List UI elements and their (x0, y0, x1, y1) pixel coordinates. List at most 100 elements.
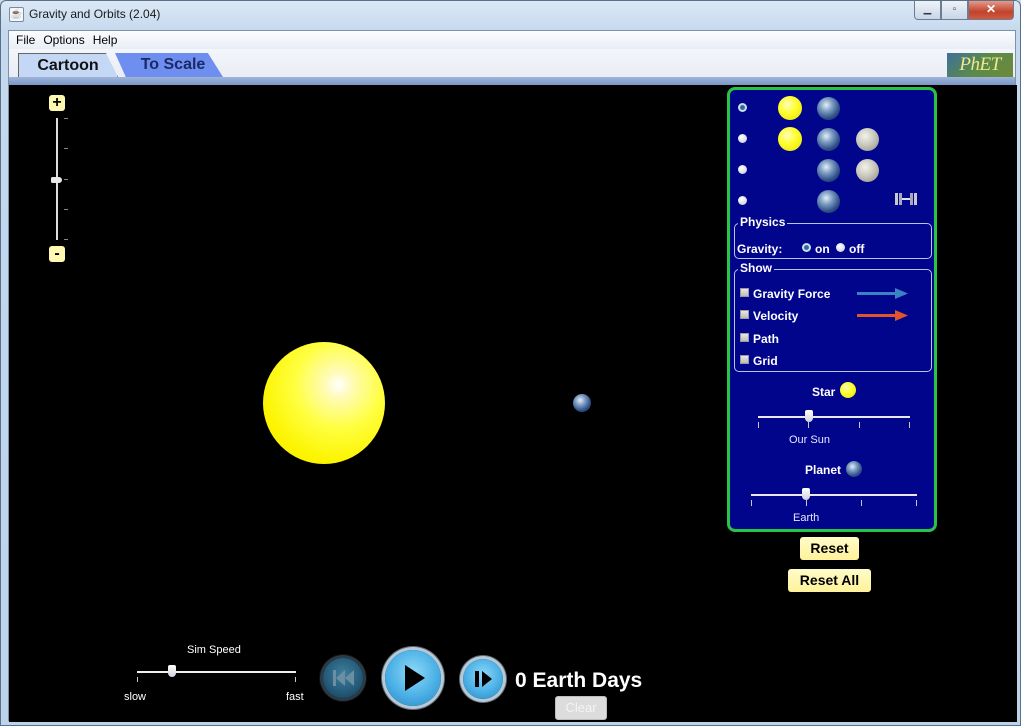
gravity-on-radio[interactable] (802, 243, 811, 252)
slider-tick (758, 422, 759, 428)
slider-tick (861, 500, 862, 506)
gravity-label: Gravity: (737, 242, 783, 256)
velocity-checkbox[interactable] (740, 310, 749, 319)
slider-tick (751, 500, 752, 506)
star-mass-label: Star (812, 385, 836, 399)
java-app-icon: ☕ (9, 7, 24, 22)
rewind-button[interactable] (323, 658, 363, 698)
zoom-tick (64, 239, 68, 240)
tab-cartoon[interactable]: Cartoon (18, 53, 118, 77)
rewind-icon (333, 670, 354, 686)
planet-mass-slider-track[interactable] (751, 494, 917, 496)
zoom-tick (64, 179, 68, 180)
gravity-force-checkbox[interactable] (740, 288, 749, 297)
star-mass-slider-thumb[interactable] (805, 410, 813, 422)
moon-icon (856, 159, 879, 182)
zoom-in-button[interactable]: + (49, 95, 65, 111)
planet-mass-slider-thumb[interactable] (802, 488, 810, 500)
slider-tick (808, 422, 809, 428)
slider-tick (916, 500, 917, 506)
sun-icon (778, 127, 802, 151)
earth-icon (817, 97, 840, 120)
menu-options[interactable]: Options (39, 31, 88, 49)
show-group: Show Gravity Force Velocity Path Grid (734, 261, 932, 372)
physics-title: Physics (738, 215, 788, 229)
zoom-out-button[interactable]: - (49, 246, 65, 262)
earth-icon (846, 461, 862, 477)
scenario-radio[interactable] (738, 165, 747, 174)
scenario-sun-earth-moon[interactable] (730, 123, 934, 151)
control-panel: Physics Gravity: on off Show Gravity For… (727, 87, 937, 532)
close-button[interactable]: ✕ (968, 1, 1014, 20)
reset-button[interactable]: Reset (800, 537, 859, 560)
planet-mass-label: Planet (805, 463, 842, 477)
tab-strip (9, 77, 1015, 85)
play-icon (405, 665, 425, 691)
slider-tick (806, 500, 807, 506)
sun-icon (840, 382, 856, 398)
sun-body[interactable] (263, 342, 385, 464)
path-checkbox[interactable] (740, 333, 749, 342)
zoom-tick (64, 148, 68, 149)
star-mass-value: Our Sun (789, 434, 830, 446)
scenario-sun-earth[interactable] (730, 92, 934, 120)
gravity-off-radio[interactable] (836, 243, 845, 252)
show-title: Show (738, 261, 774, 275)
star-mass-slider-track[interactable] (758, 416, 910, 418)
zoom-tick (64, 118, 68, 119)
slider-tick (137, 677, 138, 682)
grid-label[interactable]: Grid (753, 354, 778, 368)
slider-tick (909, 422, 910, 428)
gravity-force-label[interactable]: Gravity Force (753, 287, 830, 301)
menu-bar: File Options Help (9, 31, 1015, 49)
play-button[interactable] (385, 650, 441, 706)
sun-icon (778, 96, 802, 120)
step-icon (475, 671, 492, 687)
earth-body[interactable] (573, 394, 591, 412)
gravity-off-label[interactable]: off (849, 242, 864, 256)
slider-tick (295, 677, 296, 682)
elapsed-time: 0 Earth Days (515, 669, 643, 692)
minimize-button[interactable]: ▁ (914, 1, 941, 20)
grid-checkbox[interactable] (740, 355, 749, 364)
earth-icon (817, 190, 840, 213)
menu-help[interactable]: Help (89, 31, 122, 49)
scenario-earth-moon[interactable] (730, 154, 934, 182)
sim-speed-slider-thumb[interactable] (168, 665, 176, 677)
slow-label: slow (124, 691, 147, 703)
planet-mass-value: Earth (793, 512, 820, 524)
slider-tick (859, 422, 860, 428)
moon-icon (856, 128, 879, 151)
earth-icon (817, 159, 840, 182)
menu-file[interactable]: File (12, 31, 39, 49)
tab-bar: To Scale Cartoon PhET (9, 49, 1015, 85)
velocity-arrow-icon (857, 310, 908, 321)
window-controls: ▁ ▫ ✕ (914, 1, 1014, 20)
gravity-force-arrow-icon (857, 288, 908, 299)
earth-icon (817, 128, 840, 151)
velocity-label[interactable]: Velocity (753, 309, 798, 323)
sim-speed-label: Sim Speed (187, 644, 241, 656)
path-label[interactable]: Path (753, 332, 779, 346)
window-title: Gravity and Orbits (2.04) (29, 7, 161, 21)
physics-group: Physics Gravity: on off (734, 215, 932, 259)
maximize-button[interactable]: ▫ (941, 1, 968, 20)
satellite-icon (895, 193, 917, 205)
client-area: File Options Help To Scale Cartoon PhET … (8, 30, 1017, 722)
reset-all-button[interactable]: Reset All (788, 569, 871, 592)
title-bar: ☕ Gravity and Orbits (2.04) ▁ ▫ ✕ (1, 1, 1020, 29)
scenario-radio-selected[interactable] (738, 103, 747, 112)
zoom-tick (64, 209, 68, 210)
simulation-canvas[interactable]: + - Physics Gravity: on off Show Gravity… (9, 85, 1017, 722)
tab-to-scale[interactable]: To Scale (115, 53, 223, 77)
scenario-earth-satellite[interactable] (730, 185, 934, 213)
gravity-on-label[interactable]: on (815, 242, 830, 256)
zoom-slider-thumb[interactable] (51, 177, 62, 183)
step-button[interactable] (463, 659, 503, 699)
app-window: ☕ Gravity and Orbits (2.04) ▁ ▫ ✕ File O… (0, 0, 1021, 726)
phet-logo[interactable]: PhET (947, 53, 1013, 77)
sim-speed-slider-track[interactable] (137, 671, 296, 673)
scenario-radio[interactable] (738, 196, 747, 205)
clear-button[interactable]: Clear (555, 696, 607, 720)
scenario-radio[interactable] (738, 134, 747, 143)
